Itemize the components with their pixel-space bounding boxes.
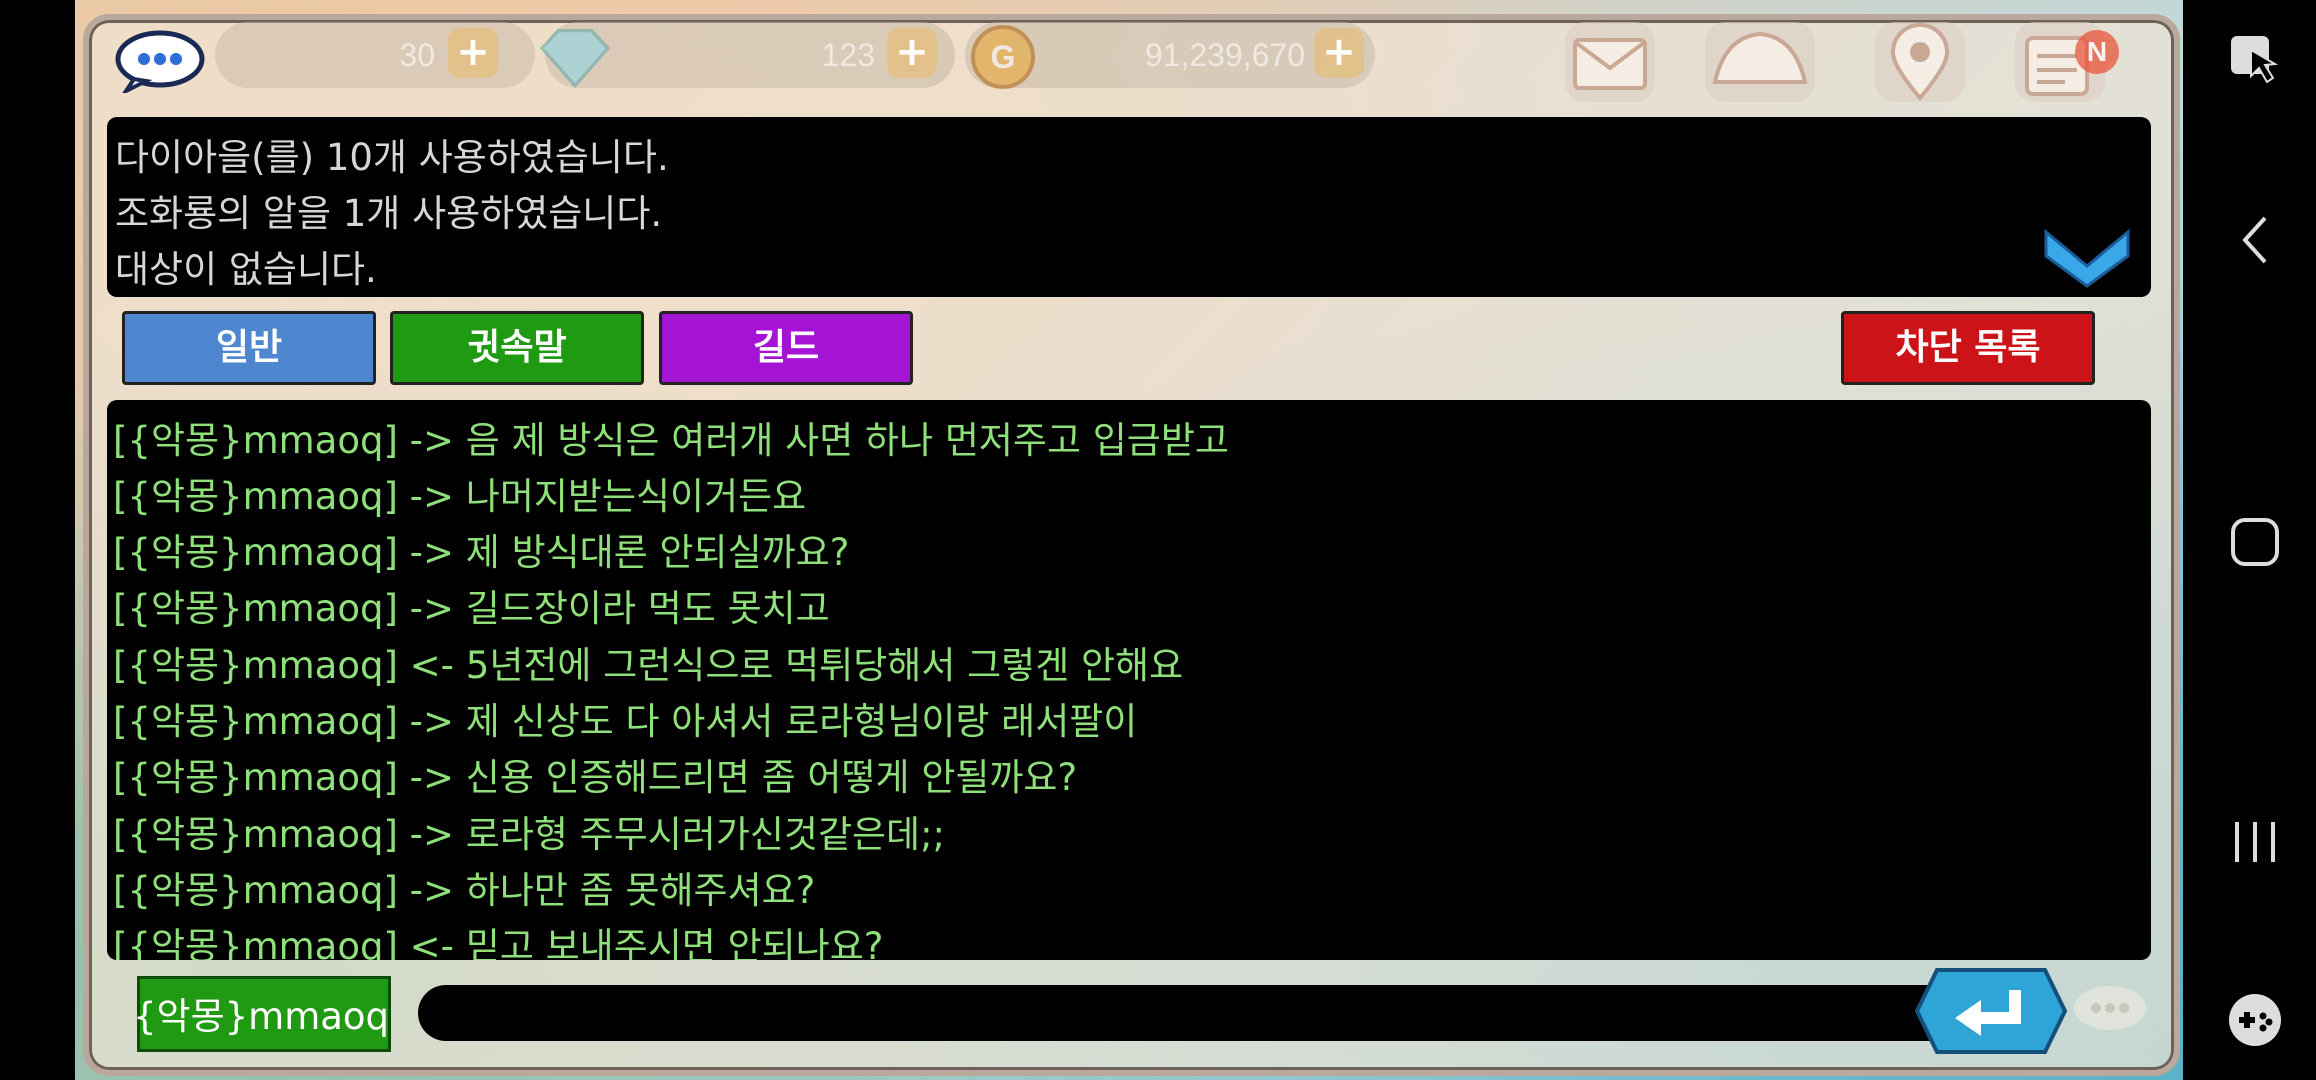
emoji-bubble-icon[interactable] xyxy=(2070,980,2150,1040)
energy-value: 30 xyxy=(399,37,435,73)
log-line: 대상이 없습니다. xyxy=(115,248,377,291)
log-line: 다이아을(를) 10개 사용하였습니다. xyxy=(115,136,669,179)
chat-input[interactable] xyxy=(418,985,2018,1041)
diamond-value: 123 xyxy=(821,37,875,73)
chat-message: [{악몽}mmaoq] -> 길드장이라 먹도 못치고 xyxy=(113,587,830,630)
recents-icon[interactable] xyxy=(2225,812,2285,872)
tab-whisper[interactable]: 귓속말 xyxy=(390,311,644,385)
chat-bubble-icon[interactable] xyxy=(114,29,206,93)
chat-message: [{악몽}mmaoq] <- 5년전에 그런식으로 먹튀당해서 그렇겐 안해요 xyxy=(113,644,1184,687)
left-screen-edge xyxy=(0,0,75,1080)
send-enter-icon[interactable] xyxy=(1915,966,2067,1056)
energy-plus-button[interactable]: + xyxy=(448,28,498,78)
block-list-button[interactable]: 차단 목록 xyxy=(1841,311,2095,385)
map-pin-icon[interactable] xyxy=(1875,22,1965,102)
chat-message: [{악몽}mmaoq] -> 음 제 방식은 여러개 사면 하나 먼저주고 입금… xyxy=(113,419,1229,462)
gold-coin-icon: G xyxy=(971,25,1035,89)
chat-message: [{악몽}mmaoq] -> 로라형 주무시러가신것같은데;; xyxy=(113,813,946,856)
whisper-target-label: {악몽}mmaoq xyxy=(133,995,390,1038)
tab-guild[interactable]: 길드 xyxy=(659,311,913,385)
chat-message: [{악몽}mmaoq] -> 나머지받는식이거든요 xyxy=(113,475,807,518)
svg-text:G: G xyxy=(991,39,1016,75)
shop-icon[interactable] xyxy=(1705,22,1815,102)
chat-message-panel[interactable]: [{악몽}mmaoq] -> 음 제 방식은 여러개 사면 하나 먼저주고 입금… xyxy=(107,400,2151,960)
chat-message: [{악몽}mmaoq] -> 신용 인증해드리면 좀 어떻게 안될까요? xyxy=(113,756,1078,799)
tab-general[interactable]: 일반 xyxy=(122,311,376,385)
mail-icon[interactable] xyxy=(1565,22,1655,102)
gold-plus-button[interactable]: + xyxy=(1314,28,1364,78)
back-icon[interactable] xyxy=(2235,210,2275,270)
game-controller-icon[interactable] xyxy=(2225,990,2285,1050)
system-log-panel: 다이아을(를) 10개 사용하였습니다. 조화룡의 알을 1개 사용하였습니다.… xyxy=(107,117,2151,297)
chat-message: [{악몽}mmaoq] <- 믿고 보내주시면 안되나요? xyxy=(113,925,884,960)
gold-value: 91,239,670 xyxy=(1144,37,1305,73)
home-icon[interactable] xyxy=(2225,512,2285,572)
chat-message: [{악몽}mmaoq] -> 제 방식대론 안되실까요? xyxy=(113,531,850,574)
chat-message: [{악몽}mmaoq] -> 제 신상도 다 아셔서 로라형님이랑 래서팔이 xyxy=(113,700,1138,743)
collapse-chevron-icon[interactable] xyxy=(2040,222,2134,290)
screenshot-touch-icon[interactable] xyxy=(2223,28,2283,88)
diamond-plus-button[interactable]: + xyxy=(887,28,937,78)
game-viewport: 30 + 123 + G 91,239,670 + N 다이아을(를) 10개 … xyxy=(75,0,2183,1080)
chat-message: [{악몽}mmaoq] -> 하나만 좀 못해주셔요? xyxy=(113,869,816,912)
diamond-icon xyxy=(539,28,611,89)
system-nav-bar xyxy=(2183,0,2316,1080)
new-badge: N xyxy=(2075,30,2119,74)
log-line: 조화룡의 알을 1개 사용하였습니다. xyxy=(115,192,663,235)
